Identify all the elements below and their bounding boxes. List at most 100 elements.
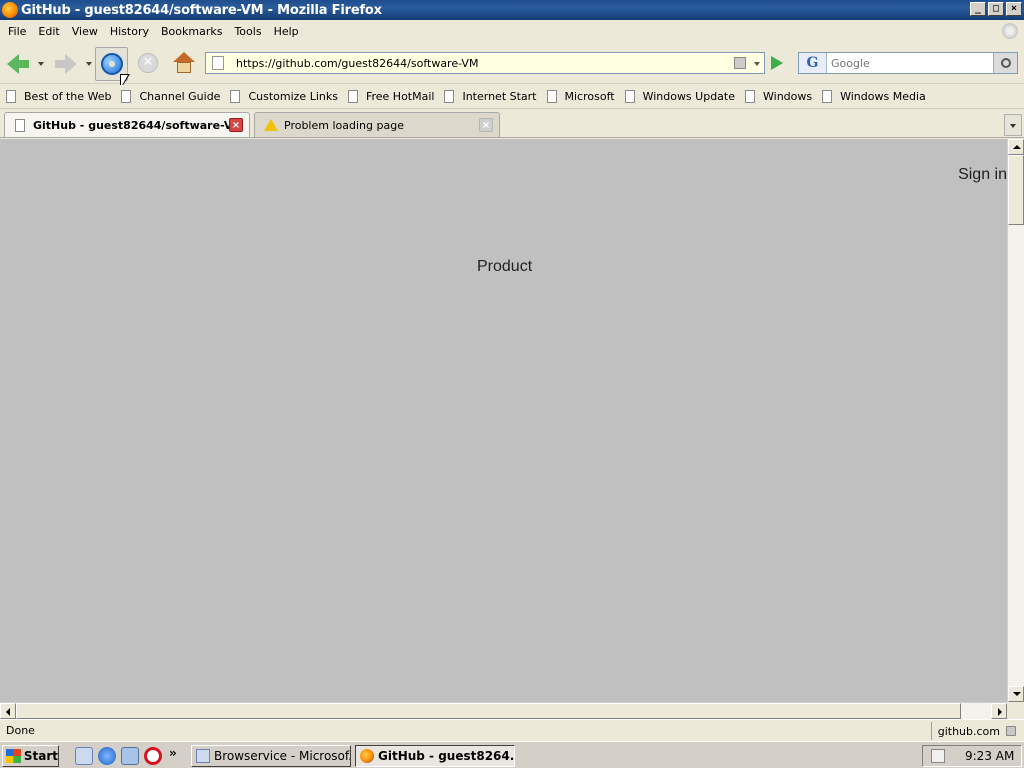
sign-in-link[interactable]: Sign in bbox=[958, 166, 1007, 184]
windows-logo-icon bbox=[6, 749, 21, 763]
vertical-scroll-thumb[interactable] bbox=[1008, 155, 1024, 225]
feed-icon[interactable] bbox=[734, 57, 746, 69]
page-icon bbox=[15, 118, 25, 132]
bookmark-item[interactable]: Customize Links bbox=[230, 90, 338, 103]
bookmark-label: Windows Update bbox=[642, 90, 735, 103]
tray-app-icon[interactable] bbox=[931, 749, 945, 763]
status-text: Done bbox=[6, 724, 35, 737]
bookmark-label: Microsoft bbox=[564, 90, 615, 103]
tab-close-button[interactable]: × bbox=[229, 118, 243, 132]
menu-tools[interactable]: Tools bbox=[228, 25, 267, 38]
menu-view[interactable]: View bbox=[66, 25, 104, 38]
bookmarks-toolbar: Best of the Web Channel Guide Customize … bbox=[0, 85, 1024, 109]
page-favicon-icon bbox=[212, 56, 224, 70]
quicklaunch-more-button[interactable]: » bbox=[169, 746, 177, 760]
forward-button[interactable] bbox=[52, 50, 80, 78]
tab-problem-loading[interactable]: Problem loading page × bbox=[254, 112, 500, 137]
bookmark-item[interactable]: Microsoft bbox=[546, 90, 615, 103]
bookmark-label: Best of the Web bbox=[24, 90, 112, 103]
window-titlebar: GitHub - guest82644/software-VM - Mozill… bbox=[0, 0, 1024, 20]
bookmark-item[interactable]: Windows bbox=[745, 90, 812, 103]
menu-history[interactable]: History bbox=[104, 25, 155, 38]
task-github-firefox[interactable]: GitHub - guest8264... bbox=[355, 745, 515, 767]
firefox-icon bbox=[360, 749, 374, 763]
network-icon[interactable] bbox=[121, 747, 139, 765]
search-engine-icon[interactable]: G bbox=[799, 53, 827, 73]
page-icon bbox=[6, 90, 16, 103]
stop-button[interactable]: ✕ bbox=[138, 53, 158, 73]
bookmark-label: Free HotMail bbox=[365, 90, 435, 103]
menu-help[interactable]: Help bbox=[268, 25, 305, 38]
product-menu[interactable]: Product bbox=[477, 258, 532, 276]
internet-explorer-icon[interactable] bbox=[98, 747, 116, 765]
status-host-panel: github.com bbox=[930, 722, 1020, 740]
bookmark-item[interactable]: Best of the Web bbox=[6, 90, 111, 103]
menu-bookmarks[interactable]: Bookmarks bbox=[155, 25, 228, 38]
show-desktop-icon[interactable] bbox=[75, 747, 93, 765]
throbber-icon bbox=[1002, 23, 1018, 39]
search-input[interactable] bbox=[831, 56, 981, 70]
page-icon bbox=[624, 90, 635, 103]
bookmark-item[interactable]: Windows Update bbox=[624, 90, 735, 103]
start-button[interactable]: Start bbox=[2, 745, 59, 767]
task-browservice[interactable]: Browservice - Microsof... bbox=[191, 745, 351, 767]
status-host: github.com bbox=[937, 724, 1000, 738]
bookmark-item[interactable]: Channel Guide bbox=[121, 90, 220, 103]
bookmark-item[interactable]: Windows Media bbox=[822, 90, 926, 103]
status-bar: Done github.com bbox=[0, 719, 1024, 741]
tab-close-button[interactable]: × bbox=[479, 118, 493, 132]
reload-icon bbox=[101, 53, 123, 75]
maximize-button[interactable]: □ bbox=[988, 2, 1004, 16]
page-icon bbox=[347, 90, 358, 103]
home-button[interactable] bbox=[173, 52, 195, 74]
page-icon bbox=[546, 90, 557, 103]
bookmark-item[interactable]: Internet Start bbox=[444, 90, 537, 103]
bookmark-label: Channel Guide bbox=[139, 90, 221, 103]
tab-github[interactable]: GitHub - guest82644/software-VM × bbox=[4, 112, 250, 137]
forward-history-dropdown[interactable] bbox=[86, 62, 92, 66]
window-controls: _ □ × bbox=[970, 2, 1022, 16]
page-icon bbox=[822, 90, 833, 103]
menu-file[interactable]: File bbox=[2, 25, 32, 38]
bookmark-label: Windows bbox=[763, 90, 813, 103]
horizontal-scroll-thumb[interactable] bbox=[16, 703, 961, 719]
internet-explorer-icon bbox=[196, 749, 210, 763]
clock: 9:23 AM bbox=[965, 749, 1015, 763]
close-button[interactable]: × bbox=[1006, 2, 1022, 16]
scroll-right-button[interactable] bbox=[991, 703, 1007, 719]
minimize-button[interactable]: _ bbox=[970, 2, 986, 16]
url-history-dropdown[interactable] bbox=[754, 62, 760, 66]
tab-label: GitHub - guest82644/software-VM bbox=[33, 118, 244, 132]
bookmark-item[interactable]: Free HotMail bbox=[347, 90, 435, 103]
windows-taskbar: Start » Browservice - Microsof... GitHub… bbox=[0, 741, 1024, 768]
vertical-scrollbar[interactable] bbox=[1007, 139, 1024, 702]
menu-bar: File Edit View History Bookmarks Tools H… bbox=[0, 20, 1024, 43]
page-icon bbox=[230, 90, 241, 103]
magnifier-icon bbox=[1000, 58, 1011, 68]
tab-label: Problem loading page bbox=[284, 118, 404, 132]
lock-icon[interactable] bbox=[1006, 726, 1016, 736]
back-button[interactable] bbox=[4, 50, 32, 78]
scroll-down-button[interactable] bbox=[1008, 686, 1024, 702]
task-label: Browservice - Microsof... bbox=[214, 749, 351, 763]
task-label: GitHub - guest8264... bbox=[378, 749, 515, 763]
search-button[interactable] bbox=[993, 53, 1017, 73]
address-bar[interactable]: https://github.com/guest82644/software-V… bbox=[205, 52, 765, 74]
bookmark-label: Windows Media bbox=[840, 90, 926, 103]
search-bar: G bbox=[798, 52, 1018, 74]
scroll-up-button[interactable] bbox=[1008, 139, 1024, 155]
scroll-left-button[interactable] bbox=[0, 703, 16, 719]
back-history-dropdown[interactable] bbox=[38, 62, 44, 66]
opera-icon[interactable] bbox=[144, 747, 162, 765]
bookmark-label: Internet Start bbox=[462, 90, 537, 103]
start-label: Start bbox=[23, 749, 58, 763]
tab-list-button[interactable] bbox=[1004, 114, 1022, 136]
page-content: Sign in Product bbox=[0, 139, 1007, 702]
page-icon bbox=[121, 90, 132, 103]
url-text[interactable]: https://github.com/guest82644/software-V… bbox=[236, 57, 478, 70]
page-icon bbox=[745, 90, 755, 103]
menu-edit[interactable]: Edit bbox=[32, 25, 65, 38]
go-button[interactable] bbox=[771, 56, 783, 70]
tab-bar: GitHub - guest82644/software-VM × Proble… bbox=[0, 110, 1024, 138]
horizontal-scrollbar[interactable] bbox=[0, 702, 1007, 719]
